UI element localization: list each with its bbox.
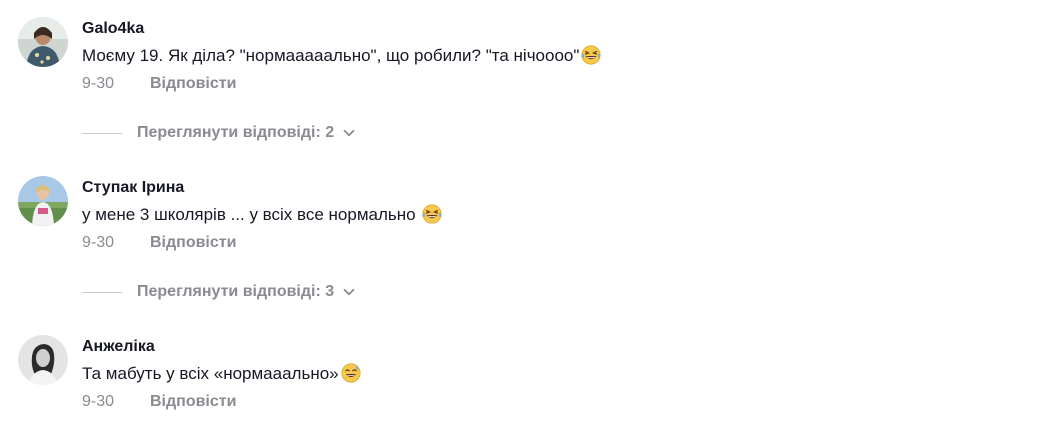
reply-button[interactable]: Відповісти: [150, 234, 236, 251]
view-replies-label: Переглянути відповіді: 3: [137, 283, 335, 300]
comment-username[interactable]: Ступак Ірина: [82, 176, 442, 200]
comment-meta: 9-30 Відповісти: [82, 72, 601, 96]
comment-meta: 9-30 Відповісти: [82, 231, 442, 255]
comment-date: 9-30: [82, 75, 115, 92]
comment-text: Моєму 19. Як діла? "нормааааально", що р…: [82, 43, 602, 69]
avatar[interactable]: [18, 17, 68, 67]
avatar[interactable]: [18, 335, 68, 385]
divider-line: [82, 291, 122, 293]
avatar-photo: [18, 335, 68, 385]
view-replies-button[interactable]: Переглянути відповіді: 3: [82, 280, 356, 304]
reply-button[interactable]: Відповісти: [150, 393, 236, 410]
view-replies-button[interactable]: Переглянути відповіді: 2: [82, 121, 356, 145]
comment-meta: 9-30 Відповісти: [82, 390, 361, 414]
avatar-photo: [18, 176, 68, 226]
comment-text: у мене 3 школярів ... у всіх все нормаль…: [82, 202, 442, 228]
comment-date: 9-30: [82, 393, 115, 410]
comment-date: 9-30: [82, 234, 115, 251]
chevron-down-icon: [343, 129, 355, 137]
avatar-photo: [18, 17, 68, 67]
view-replies-label: Переглянути відповіді: 2: [137, 124, 335, 141]
grinning-squinting-tears-emoji: [581, 45, 602, 65]
divider-line: [82, 132, 122, 134]
comment-text: Та мабуть у всіх «нормааально»: [82, 361, 361, 387]
comment-username[interactable]: Galo4ka: [82, 17, 601, 41]
grinning-squinting-tears-emoji: [422, 204, 442, 224]
comment-username[interactable]: Анжеліка: [82, 335, 361, 359]
avatar[interactable]: [18, 176, 68, 226]
grinning-sweat-emoji: [341, 363, 361, 383]
reply-button[interactable]: Відповісти: [150, 75, 236, 92]
chevron-down-icon: [343, 288, 355, 296]
